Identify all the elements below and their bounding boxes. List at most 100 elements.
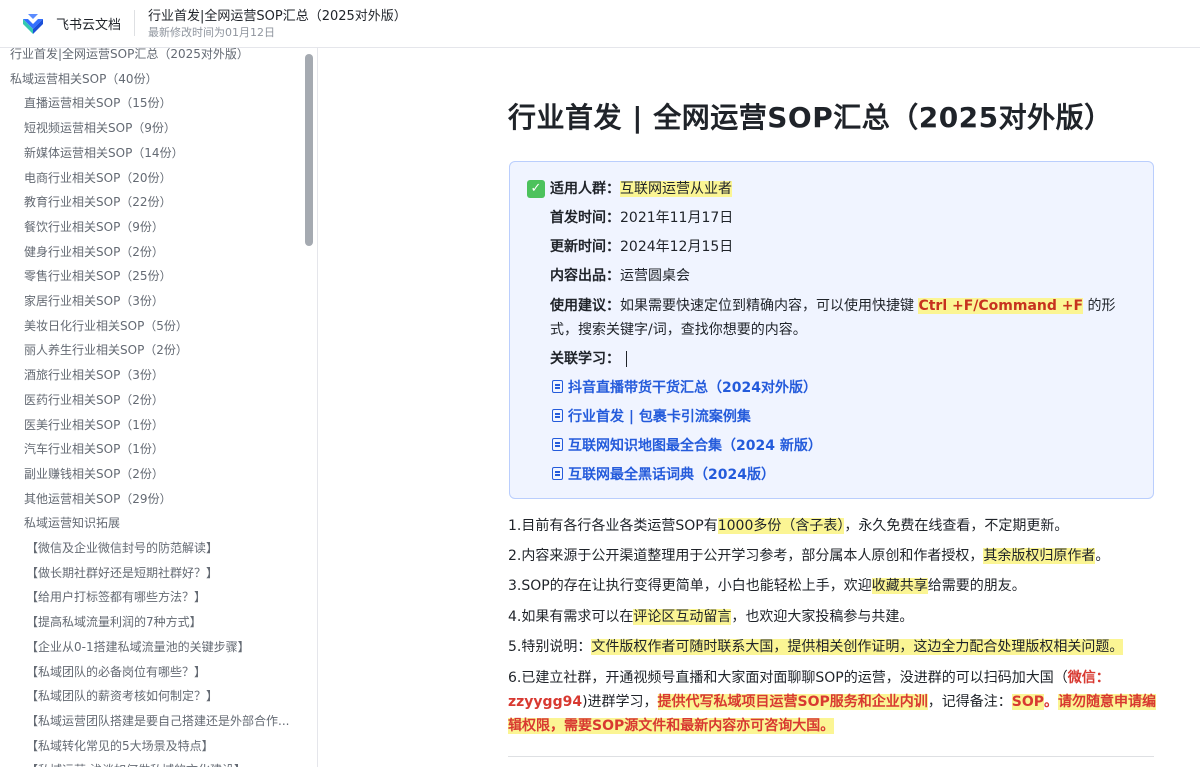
- toc-item[interactable]: 【给用户打标签都有哪些方法？】: [26, 586, 298, 608]
- text-cursor: [626, 351, 627, 367]
- doc-icon: [552, 467, 563, 480]
- related-link-label: 行业首发 | 包裹卡引流案例集: [568, 409, 751, 425]
- related-row: 关联学习：: [550, 348, 627, 368]
- note-highlight: 收藏共享: [871, 578, 928, 594]
- toc-item[interactable]: 医美行业相关SOP（1份）: [24, 414, 300, 436]
- app-name: 飞书云文档: [56, 17, 122, 33]
- toc-item[interactable]: 【私域团队的必备岗位有哪些？】: [26, 661, 298, 683]
- toc-sidebar: 行业首发|全网运营SOP汇总（2025对外版） 私域运营相关SOP（40份） 直播运…: [0, 48, 318, 767]
- toc-item[interactable]: 餐饮行业相关SOP（9份）: [24, 216, 300, 238]
- first-release-row: 首发时间：2021年11月17日: [550, 207, 733, 227]
- related-link[interactable]: 行业首发 | 包裹卡引流案例集: [552, 406, 751, 426]
- note-text: 5.特别说明：: [508, 639, 592, 655]
- top-bar: 飞书云文档 行业首发|全网运营SOP汇总（2025对外版） 最新修改时间为01月…: [0, 0, 1200, 48]
- toc-item[interactable]: 酒旅行业相关SOP（3份）: [24, 364, 300, 386]
- audience-row: 适用人群：互联网运营从业者: [550, 178, 732, 198]
- update-value: 2024年12月15日: [620, 239, 734, 255]
- note-3: 3.SOP的存在让执行变得更简单，小白也能轻松上手，欢迎收藏共享给需要的朋友。: [508, 574, 1158, 598]
- note-text: 。: [1095, 548, 1110, 564]
- note-text: 4.如果有需求可以在: [508, 609, 634, 625]
- related-label: 关联学习：: [550, 351, 620, 367]
- toc-item[interactable]: 家居行业相关SOP（3份）: [24, 290, 300, 312]
- producer-row: 内容出品：运营圆桌会: [550, 265, 690, 285]
- toc-item[interactable]: 【私域转化常见的5大场景及特点】: [26, 735, 298, 757]
- first-release-label: 首发时间：: [550, 210, 620, 226]
- note-6: 6.已建立社群，开通视频号直播和大家面对面聊聊SOP的运营，没进群的可以扫码加大…: [508, 666, 1158, 738]
- note-highlight: 评论区互动留言: [633, 609, 732, 625]
- toc-item[interactable]: 短视频运营相关SOP（9份）: [24, 117, 300, 139]
- toc-item[interactable]: 医药行业相关SOP（2份）: [24, 389, 300, 411]
- header-divider: [134, 10, 135, 36]
- toc-item[interactable]: 私域运营知识拓展: [24, 512, 300, 534]
- note-text: ，也欢迎大家投稿参与共建。: [731, 609, 914, 625]
- toc-item[interactable]: 【提高私域流量利润的7种方式】: [26, 611, 298, 633]
- note-4: 4.如果有需求可以在评论区互动留言，也欢迎大家投稿参与共建。: [508, 605, 1158, 629]
- note-2: 2.内容来源于公开渠道整理用于公开学习参考，部分属本人原创和作者授权，其余版权归…: [508, 544, 1158, 568]
- toc-item[interactable]: 直播运营相关SOP（15份）: [24, 92, 300, 114]
- related-link[interactable]: 互联网知识地图最全合集（2024 新版）: [552, 435, 822, 455]
- note-text: 。: [1044, 694, 1059, 710]
- toc-item[interactable]: 【私域团队的薪资考核如何制定？】: [26, 685, 298, 707]
- note-text: )进群学习，: [582, 694, 658, 710]
- audience-label: 适用人群：: [550, 181, 620, 197]
- info-callout: ✓ 适用人群：互联网运营从业者 首发时间：2021年11月17日 更新时间：20…: [509, 161, 1154, 499]
- related-link-label: 互联网知识地图最全合集（2024 新版）: [568, 438, 822, 454]
- note-text: 3.SOP的存在让执行变得更简单，小白也能轻松上手，欢迎: [508, 578, 872, 594]
- producer-value: 运营圆桌会: [620, 268, 690, 284]
- audience-value: 互联网运营从业者: [620, 181, 732, 197]
- toc-item[interactable]: 【微信及企业微信封号的防范解读】: [26, 537, 298, 559]
- doc-icon: [552, 438, 563, 451]
- note-text: ，记得备注：: [927, 694, 1012, 710]
- note-1: 1.目前有各行各业各类运营SOP有1000多份（含子表），永久免费在线查看，不定…: [508, 514, 1158, 538]
- toc-item[interactable]: 零售行业相关SOP（25份）: [24, 265, 300, 287]
- first-release-value: 2021年11月17日: [620, 210, 734, 226]
- note-5: 5.特别说明：文件版权作者可随时联系大国，提供相关创作证明，这边全力配合处理版权…: [508, 635, 1158, 659]
- sidebar-scrollbar[interactable]: [305, 54, 313, 246]
- update-label: 更新时间：: [550, 239, 620, 255]
- note-highlight: 文件版权作者可随时联系大国，提供相关创作证明，这边全力配合处理版权相关问题。: [591, 639, 1124, 655]
- toc-item[interactable]: 【私域运营团队搭建是要自己搭建还是外部合作...: [26, 710, 298, 732]
- usage-text-a: 如果需要快速定位到精确内容，可以使用快捷键: [620, 298, 914, 314]
- toc-item[interactable]: 其他运营相关SOP（29份）: [24, 488, 300, 510]
- producer-label: 内容出品：: [550, 268, 620, 284]
- usage-row: 使用建议：如果需要快速定位到精确内容，可以使用快捷键 Ctrl +F/Comma…: [550, 294, 1130, 342]
- toc-item[interactable]: 【企业从0-1搭建私域流量池的关键步骤】: [26, 636, 298, 658]
- note-highlight: 提供代写私域项目运营SOP服务和企业内训: [657, 694, 928, 710]
- related-link[interactable]: 互联网最全黑话词典（2024版）: [552, 464, 775, 484]
- toc-item[interactable]: 行业首发|全网运营SOP汇总（2025对外版）: [10, 48, 300, 65]
- usage-shortcut: Ctrl +F/Command +F: [918, 298, 1084, 314]
- related-link[interactable]: 抖音直播带货干货汇总（2024对外版）: [552, 377, 817, 397]
- toc-item[interactable]: 电商行业相关SOP（20份）: [24, 167, 300, 189]
- doc-icon: [552, 380, 563, 393]
- toc-item[interactable]: 汽车行业相关SOP（1份）: [24, 438, 300, 460]
- toc-item[interactable]: 美妆日化行业相关SOP（5份）: [24, 315, 300, 337]
- toc-item[interactable]: 【做长期社群好还是短期社群好？】: [26, 562, 298, 584]
- usage-label: 使用建议：: [550, 298, 620, 314]
- related-link-label: 抖音直播带货干货汇总（2024对外版）: [568, 380, 817, 396]
- feishu-docs-logo-icon: [23, 14, 43, 34]
- note-highlight: SOP: [1011, 694, 1045, 710]
- doc-icon: [552, 409, 563, 422]
- note-text: 2.内容来源于公开渠道整理用于公开学习参考，部分属本人原创和作者授权，: [508, 548, 984, 564]
- document-body: 行业首发 | 全网运营SOP汇总（2025对外版） ✓ 适用人群：互联网运营从业…: [318, 48, 1200, 767]
- toc-item[interactable]: 教育行业相关SOP（22份）: [24, 191, 300, 213]
- last-modified: 最新修改时间为01月12日: [148, 26, 275, 39]
- note-text: 6.已建立社群，开通视频号直播和大家面对面聊聊SOP的运营，没进群的可以扫码加大…: [508, 670, 1068, 686]
- note-highlight: 1000多份（含子表）: [717, 518, 845, 534]
- toc-item[interactable]: 丽人养生行业相关SOP（2份）: [24, 339, 300, 361]
- toc-item[interactable]: 副业赚钱相关SOP（2份）: [24, 463, 300, 485]
- toc-item[interactable]: 新媒体运营相关SOP（14份）: [24, 142, 300, 164]
- note-text: 1.目前有各行各业各类运营SOP有: [508, 518, 718, 534]
- toc-item[interactable]: 【私域运营:浅谈如何做私域的文化建设】: [26, 759, 298, 767]
- related-link-label: 互联网最全黑话词典（2024版）: [568, 467, 775, 483]
- note-text: 给需要的朋友。: [927, 578, 1026, 594]
- checkbox-icon: ✓: [527, 180, 545, 198]
- section-divider: [508, 756, 1154, 757]
- note-text: ，永久免费在线查看，不定期更新。: [844, 518, 1069, 534]
- doc-title[interactable]: 行业首发|全网运营SOP汇总（2025对外版）: [148, 5, 407, 24]
- toc-item[interactable]: 健身行业相关SOP（2份）: [24, 241, 300, 263]
- page-title: 行业首发 | 全网运营SOP汇总（2025对外版）: [508, 101, 1113, 134]
- toc-item[interactable]: 私域运营相关SOP（40份）: [10, 68, 300, 90]
- app-logo[interactable]: 飞书云文档: [20, 10, 121, 36]
- note-highlight: 其余版权归原作者: [983, 548, 1096, 564]
